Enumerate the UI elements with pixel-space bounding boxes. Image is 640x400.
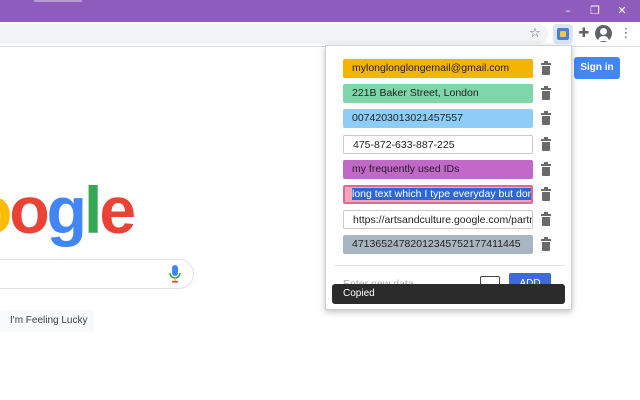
copied-toast: Copied (332, 284, 565, 304)
chrome-menu-icon[interactable]: ⋮ (617, 25, 635, 43)
saved-item[interactable]: https://artsandculture.google.com/partne… (343, 210, 533, 229)
trash-icon[interactable] (541, 137, 551, 151)
logo-letter: o (0, 175, 12, 245)
close-icon[interactable]: ✕ (607, 0, 637, 22)
active-tab[interactable] (34, 0, 82, 2)
trash-icon[interactable] (541, 162, 551, 176)
maximize-icon[interactable]: ❐ (580, 0, 610, 22)
saved-item[interactable]: my frequently used IDs (343, 160, 533, 179)
screen: – ❐ ✕ ☆ ✚ ⋮ oogle I'm Feeling Lucky Sign… (0, 0, 640, 400)
saved-item[interactable]: mylonglonglongemail@gmail.com (343, 59, 533, 78)
saved-item[interactable]: 221B Baker Street, London (343, 84, 533, 103)
sign-in-button[interactable]: Sign in (574, 57, 620, 79)
saved-item[interactable]: 0074203013021457557 (343, 109, 533, 128)
feeling-lucky-button[interactable]: I'm Feeling Lucky (0, 310, 94, 332)
minimize-icon[interactable]: – (553, 0, 583, 22)
trash-icon[interactable] (541, 86, 551, 100)
address-bar[interactable] (0, 24, 548, 44)
trash-icon[interactable] (541, 212, 551, 226)
browser-toolbar: ☆ ✚ ⋮ (0, 22, 640, 47)
logo-letter: l (83, 173, 102, 247)
trash-icon[interactable] (541, 237, 551, 251)
saved-item[interactable]: 475-872-633-887-225 (343, 135, 533, 154)
saved-item[interactable]: 47136524782012345752177411445 (343, 235, 533, 254)
google-search-input[interactable] (0, 259, 194, 289)
microphone-icon[interactable] (168, 265, 182, 283)
trash-icon[interactable] (541, 187, 551, 201)
saved-item[interactable]: long text which I type everyday but don'… (343, 185, 533, 204)
trash-icon[interactable] (541, 61, 551, 75)
extensions-puzzle-icon[interactable]: ✚ (575, 25, 593, 43)
browser-title-bar: – ❐ ✕ (0, 0, 640, 22)
logo-letter: o (9, 173, 49, 247)
google-logo: oogle (0, 173, 136, 247)
trash-icon[interactable] (541, 111, 551, 125)
clipboard-extension-icon[interactable] (553, 24, 573, 44)
bookmark-star-icon[interactable]: ☆ (526, 25, 544, 43)
saved-item-text: long text which I type everyday but don'… (352, 188, 531, 200)
profile-avatar-icon[interactable] (595, 25, 612, 42)
logo-letter: e (99, 173, 136, 247)
clipboard-popup: Enter new data ADD mylonglonglongemail@g… (325, 45, 572, 310)
logo-letter: g (46, 173, 87, 247)
divider (334, 265, 565, 266)
